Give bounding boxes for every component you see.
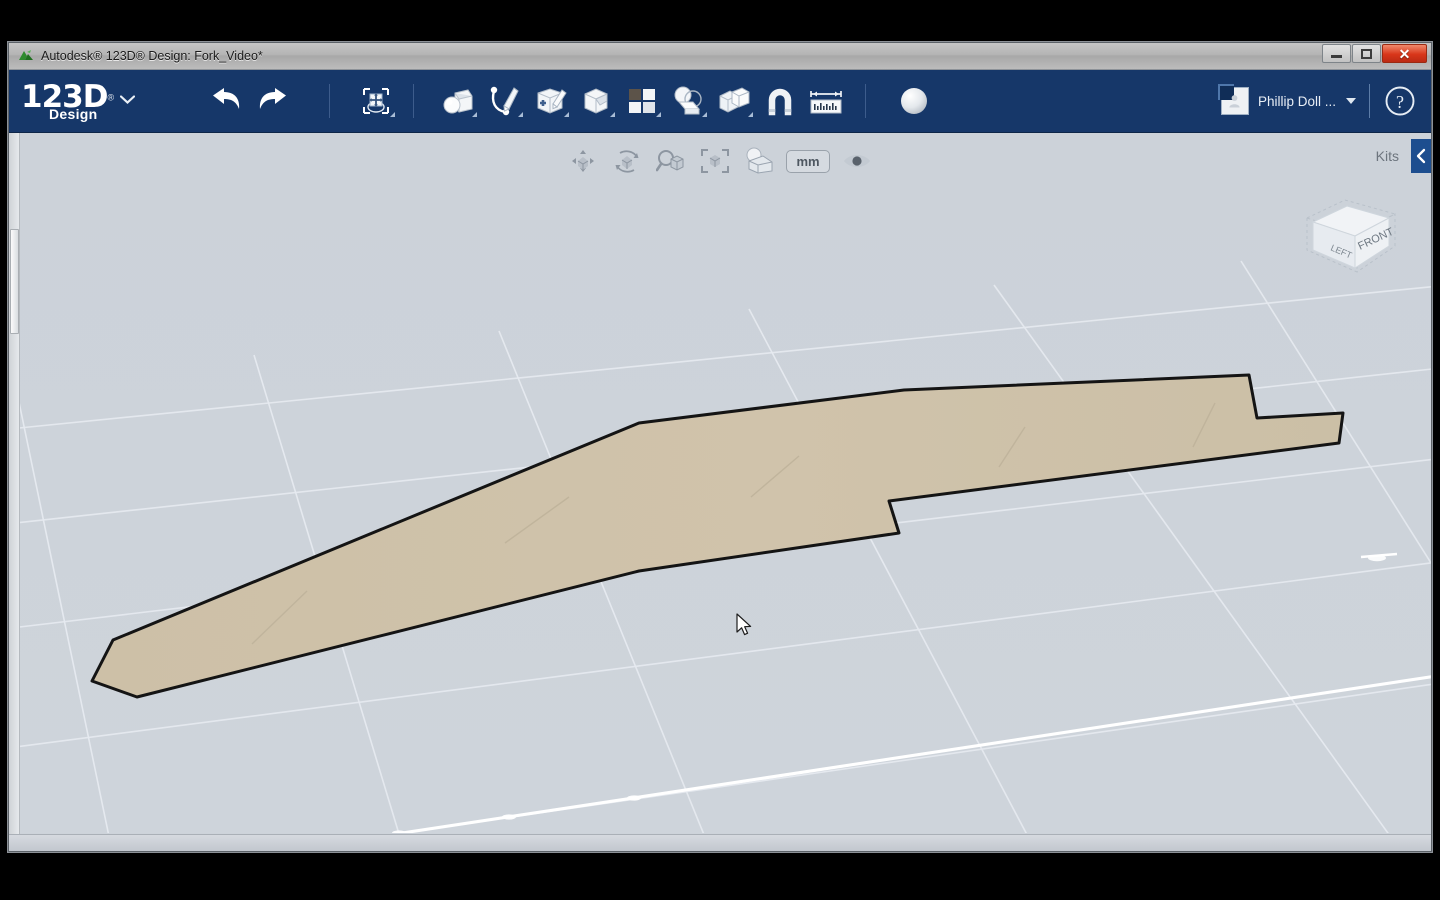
chevron-down-icon — [610, 112, 615, 117]
orbit-view-button[interactable] — [610, 146, 644, 176]
material-button[interactable] — [891, 78, 937, 124]
chevron-down-icon — [748, 112, 753, 117]
brand-registered-mark: ® — [107, 92, 115, 103]
undo-button[interactable] — [203, 78, 249, 124]
status-bar — [9, 834, 1431, 851]
view-cube[interactable]: LEFT FRONT — [1299, 188, 1403, 284]
combine-tool[interactable] — [711, 78, 757, 124]
chevron-down-icon — [472, 112, 477, 117]
visibility-toggle[interactable] — [840, 146, 874, 176]
primitives-tool[interactable] — [435, 78, 481, 124]
chevron-down-icon — [390, 112, 395, 117]
chevron-left-icon — [1416, 148, 1426, 164]
transform-tool[interactable] — [353, 78, 399, 124]
pan-view-button[interactable] — [566, 146, 600, 176]
history-group — [203, 78, 295, 124]
grouping-tool[interactable] — [665, 78, 711, 124]
scene-3d-view[interactable] — [9, 133, 1431, 833]
kits-collapse-button[interactable] — [1411, 139, 1431, 173]
tools-group — [435, 78, 849, 124]
help-button[interactable]: ? — [1383, 84, 1417, 118]
avatar[interactable] — [1217, 84, 1249, 115]
measure-tool[interactable] — [803, 78, 849, 124]
restore-button[interactable] — [1352, 44, 1381, 63]
chevron-down-icon[interactable] — [119, 91, 136, 109]
brand-logo-block: 123D® Design — [21, 81, 115, 121]
modeling-canvas[interactable]: mm Kits LEFT FRONT — [9, 133, 1431, 834]
chevron-down-icon — [564, 112, 569, 117]
toolbar-divider-3 — [865, 84, 866, 118]
restore-icon — [1361, 48, 1372, 59]
modify-tool[interactable] — [573, 78, 619, 124]
user-avatar-icon — [1229, 95, 1241, 108]
close-icon: ✕ — [1398, 45, 1411, 62]
toolbar-divider-4 — [1369, 84, 1370, 118]
construct-tool[interactable] — [527, 78, 573, 124]
window-title-bar: Autodesk® 123D® Design: Fork_Video* ✕ — [9, 43, 1431, 70]
autodesk-123d-icon — [17, 48, 35, 64]
fit-view-button[interactable] — [698, 146, 732, 176]
pattern-tool[interactable] — [619, 78, 665, 124]
sketch-tool[interactable] — [481, 78, 527, 124]
window-controls: ✕ — [1322, 44, 1427, 63]
chevron-down-icon — [702, 112, 707, 117]
redo-button[interactable] — [249, 78, 295, 124]
user-account-area: Phillip Doll ... ? — [1217, 84, 1417, 118]
chevron-down-icon[interactable] — [1346, 98, 1356, 104]
toolbar-divider-2 — [413, 84, 414, 118]
display-style-button[interactable] — [742, 146, 776, 176]
snap-tool[interactable] — [757, 78, 803, 124]
svg-text:?: ? — [1396, 92, 1404, 112]
application-window: Autodesk® 123D® Design: Fork_Video* ✕ 12… — [8, 42, 1432, 852]
kits-label: Kits — [1375, 148, 1399, 164]
canvas-vertical-scrollbar[interactable] — [9, 133, 20, 834]
minimize-icon — [1331, 55, 1342, 58]
brand-logo[interactable]: 123D® Design — [21, 81, 151, 121]
chevron-down-icon — [656, 112, 661, 117]
toolbar-divider-1 — [329, 84, 330, 118]
zoom-view-button[interactable] — [654, 146, 688, 176]
scrollbar-thumb[interactable] — [10, 229, 19, 334]
window-title-text: Autodesk® 123D® Design: Fork_Video* — [41, 49, 263, 63]
user-name-label[interactable]: Phillip Doll ... — [1258, 94, 1336, 109]
close-button[interactable]: ✕ — [1382, 44, 1427, 63]
units-selector[interactable]: mm — [786, 149, 830, 173]
minimize-button[interactable] — [1322, 44, 1351, 63]
main-toolbar: 123D® Design Phillip Doll ... ? — [9, 70, 1431, 133]
kits-panel-header: Kits — [1376, 139, 1431, 173]
chevron-down-icon — [518, 112, 523, 117]
